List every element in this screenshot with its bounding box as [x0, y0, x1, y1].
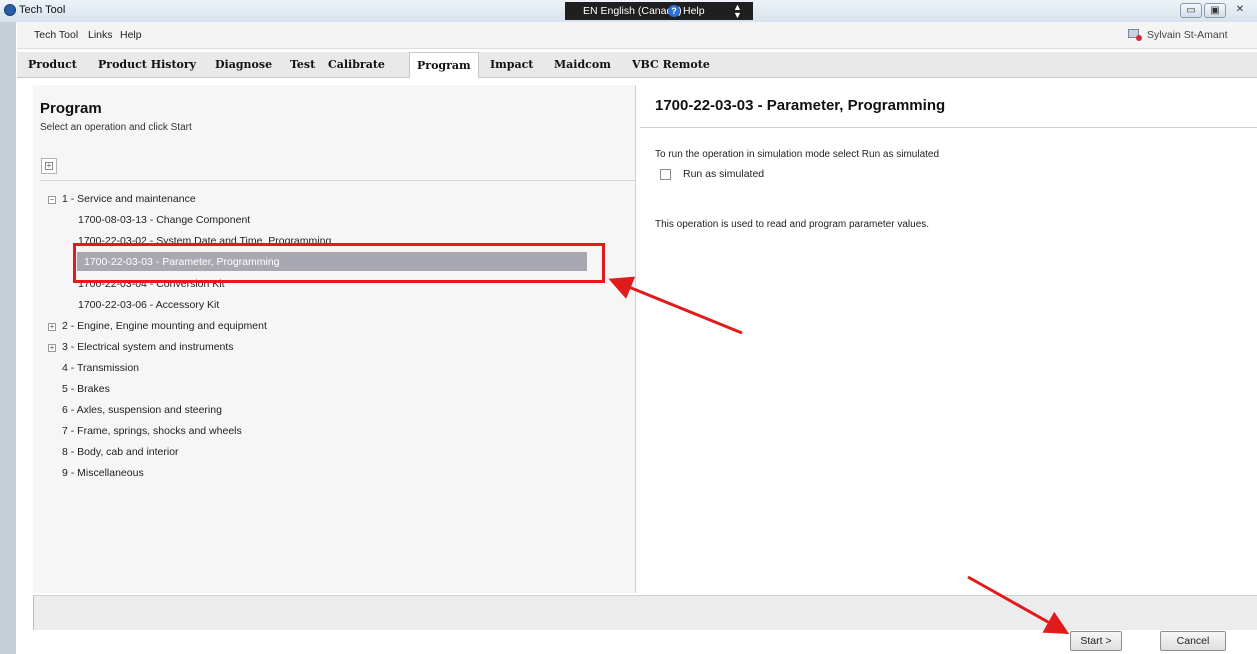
- annotation-arrow: [967, 575, 1070, 634]
- annotation-layer: [608, 276, 1070, 634]
- annotation-arrow: [608, 276, 743, 335]
